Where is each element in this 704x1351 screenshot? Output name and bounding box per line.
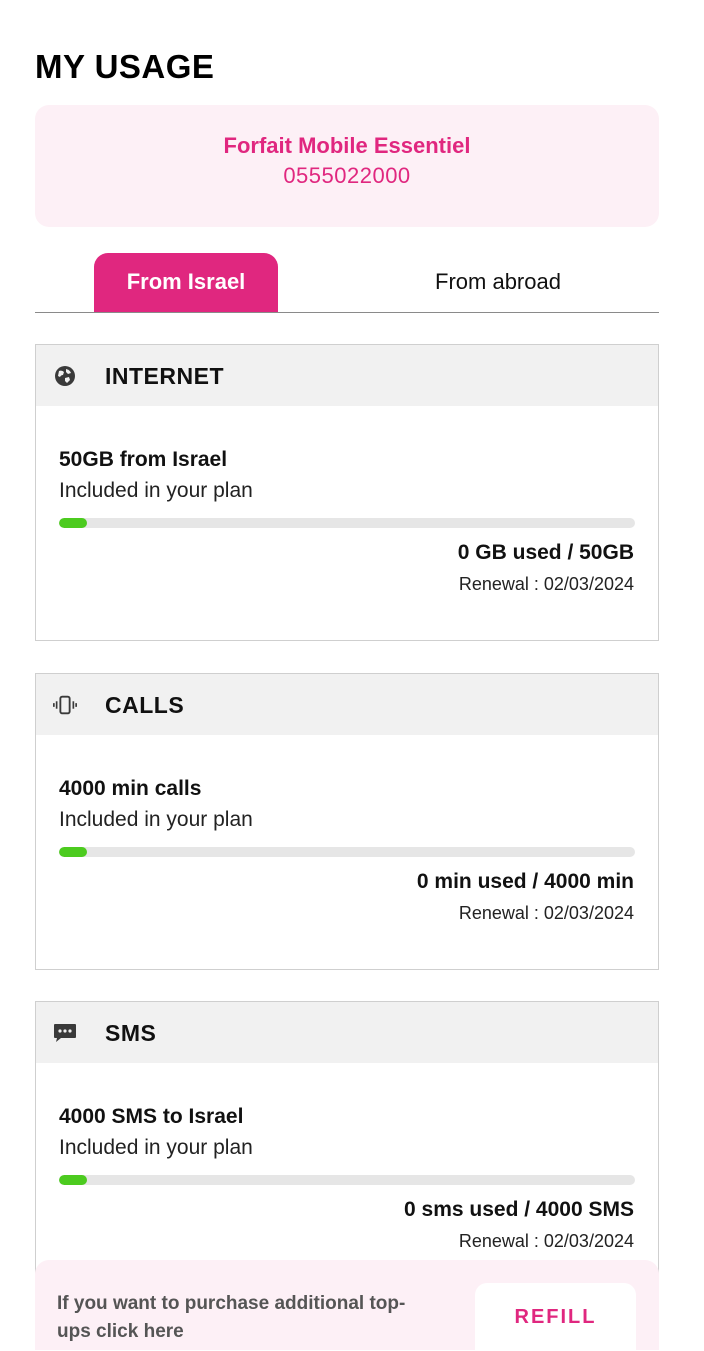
tab-from-abroad[interactable]: From abroad <box>365 253 631 312</box>
usage-renewal-date: Renewal : 02/03/2024 <box>458 574 634 594</box>
usage-allowance: 50GB from Israel <box>59 448 228 471</box>
usage-progress-bar <box>59 847 635 857</box>
usage-used-text: 0 GB used / 50GB <box>457 541 634 564</box>
usage-card-calls: CALLS 4000 min calls Included in your pl… <box>35 673 659 970</box>
usage-progress-bar <box>59 1175 635 1185</box>
plan-name: Forfait Mobile Essentiel <box>223 133 471 158</box>
usage-allowance: 4000 min calls <box>59 777 202 800</box>
plan-summary-card: Forfait Mobile Essentiel 0555022000 <box>35 105 659 227</box>
usage-card-title: CALLS <box>105 692 185 718</box>
page-title: MY USAGE <box>35 48 215 85</box>
usage-card-header: SMS <box>36 1002 658 1063</box>
chat-bubble-icon <box>52 1020 78 1046</box>
usage-progress-fill <box>59 847 87 857</box>
usage-tabs: From Israel From abroad <box>35 253 659 313</box>
refill-prompt-text: If you want to purchase additional top-u… <box>57 1293 406 1342</box>
usage-progress-bar <box>59 518 635 528</box>
usage-renewal-date: Renewal : 02/03/2024 <box>458 903 634 923</box>
globe-icon <box>52 363 78 389</box>
usage-card-header: CALLS <box>36 674 658 735</box>
usage-included-note: Included in your plan <box>59 808 253 831</box>
usage-card-header: INTERNET <box>36 345 658 406</box>
plan-phone-number: 0555022000 <box>283 163 411 188</box>
usage-card-title: SMS <box>105 1020 157 1046</box>
refill-button[interactable]: REFILL <box>475 1283 636 1350</box>
usage-included-note: Included in your plan <box>59 1136 253 1159</box>
phone-vibrate-icon <box>52 692 78 718</box>
usage-included-note: Included in your plan <box>59 479 253 502</box>
usage-used-text: 0 sms used / 4000 SMS <box>404 1198 634 1221</box>
usage-progress-fill <box>59 1175 87 1185</box>
usage-card-title: INTERNET <box>105 363 224 389</box>
usage-renewal-date: Renewal : 02/03/2024 <box>458 1231 634 1251</box>
usage-used-text: 0 min used / 4000 min <box>416 870 634 893</box>
refill-banner: If you want to purchase additional top-u… <box>35 1260 659 1350</box>
usage-allowance: 4000 SMS to Israel <box>59 1105 244 1128</box>
usage-progress-fill <box>59 518 87 528</box>
usage-card-sms: SMS 4000 SMS to Israel Included in your … <box>35 1001 659 1298</box>
usage-card-internet: INTERNET 50GB from Israel Included in yo… <box>35 344 659 641</box>
tab-from-israel[interactable]: From Israel <box>94 253 278 312</box>
